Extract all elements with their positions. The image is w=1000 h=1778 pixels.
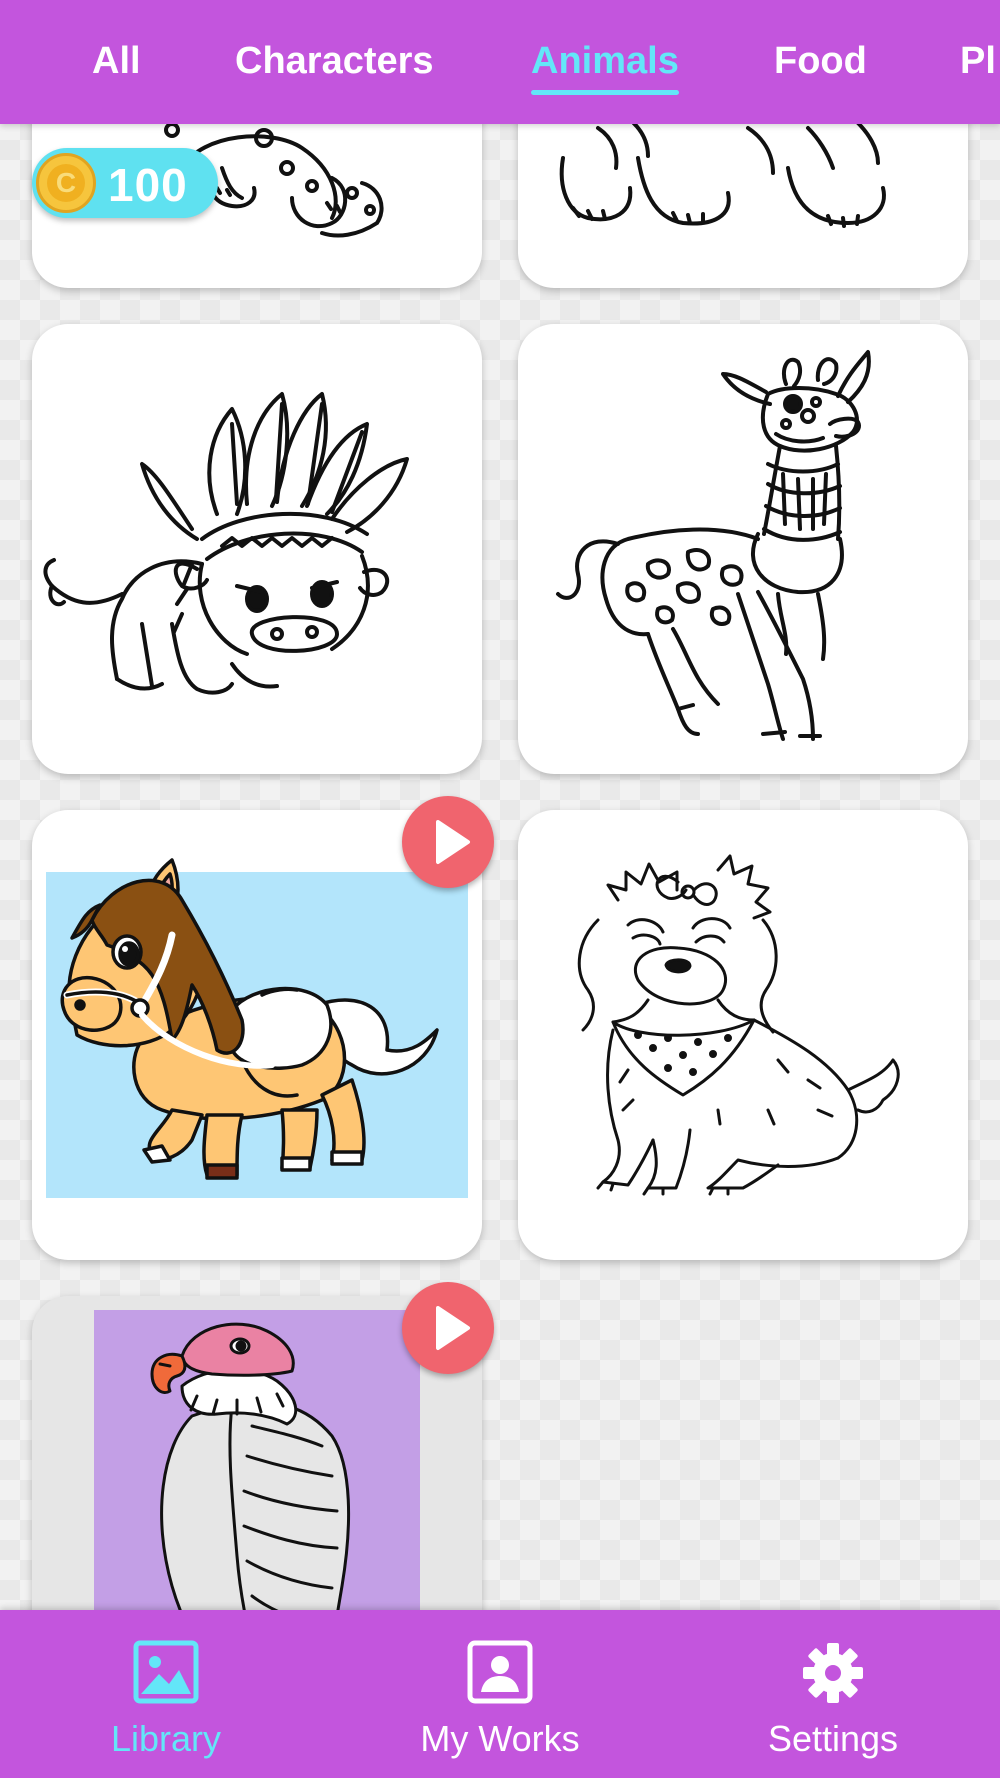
watch-ad-unlock-button-vulture[interactable]: [402, 1282, 494, 1374]
category-tab-bar: All Characters Animals Food Pl: [0, 0, 1000, 124]
coin-amount: 100: [108, 159, 188, 211]
tab-animals-label: Animals: [531, 40, 679, 82]
artwork-grid: [0, 0, 1000, 1610]
tab-characters[interactable]: Characters: [235, 40, 434, 83]
active-tab-underline: [531, 90, 679, 95]
tab-food[interactable]: Food: [774, 40, 867, 83]
image-icon: [133, 1640, 199, 1704]
play-icon: [436, 820, 470, 864]
coin-icon: C: [36, 153, 96, 213]
nav-my-works-label: My Works: [420, 1718, 580, 1759]
buffalo-line-art-image: [43, 392, 409, 695]
nav-settings-label: Settings: [767, 1718, 899, 1759]
giraffe-line-art-image: [556, 350, 871, 741]
coin-symbol: C: [47, 164, 85, 202]
nav-my-works[interactable]: My Works: [370, 1610, 630, 1778]
artwork-card-giraffe[interactable]: [518, 324, 968, 774]
dog-line-art-image: [577, 854, 900, 1196]
bottom-navigation: Library My Works Settings: [0, 1610, 1000, 1778]
tab-all[interactable]: All: [92, 40, 141, 83]
nav-settings[interactable]: Settings: [703, 1610, 963, 1778]
portrait-icon: [467, 1640, 533, 1704]
gear-icon: [803, 1643, 863, 1703]
artwork-card-dog[interactable]: [518, 810, 968, 1260]
watch-ad-unlock-button-pony[interactable]: [402, 796, 494, 888]
nav-library[interactable]: Library: [36, 1610, 296, 1778]
tab-places-partial[interactable]: Pl: [960, 40, 996, 83]
artwork-card-buffalo[interactable]: [32, 324, 482, 774]
play-icon: [436, 1306, 470, 1350]
tab-animals[interactable]: Animals: [531, 40, 679, 95]
coin-balance-badge[interactable]: C 100: [32, 148, 218, 218]
nav-library-label: Library: [110, 1718, 222, 1759]
